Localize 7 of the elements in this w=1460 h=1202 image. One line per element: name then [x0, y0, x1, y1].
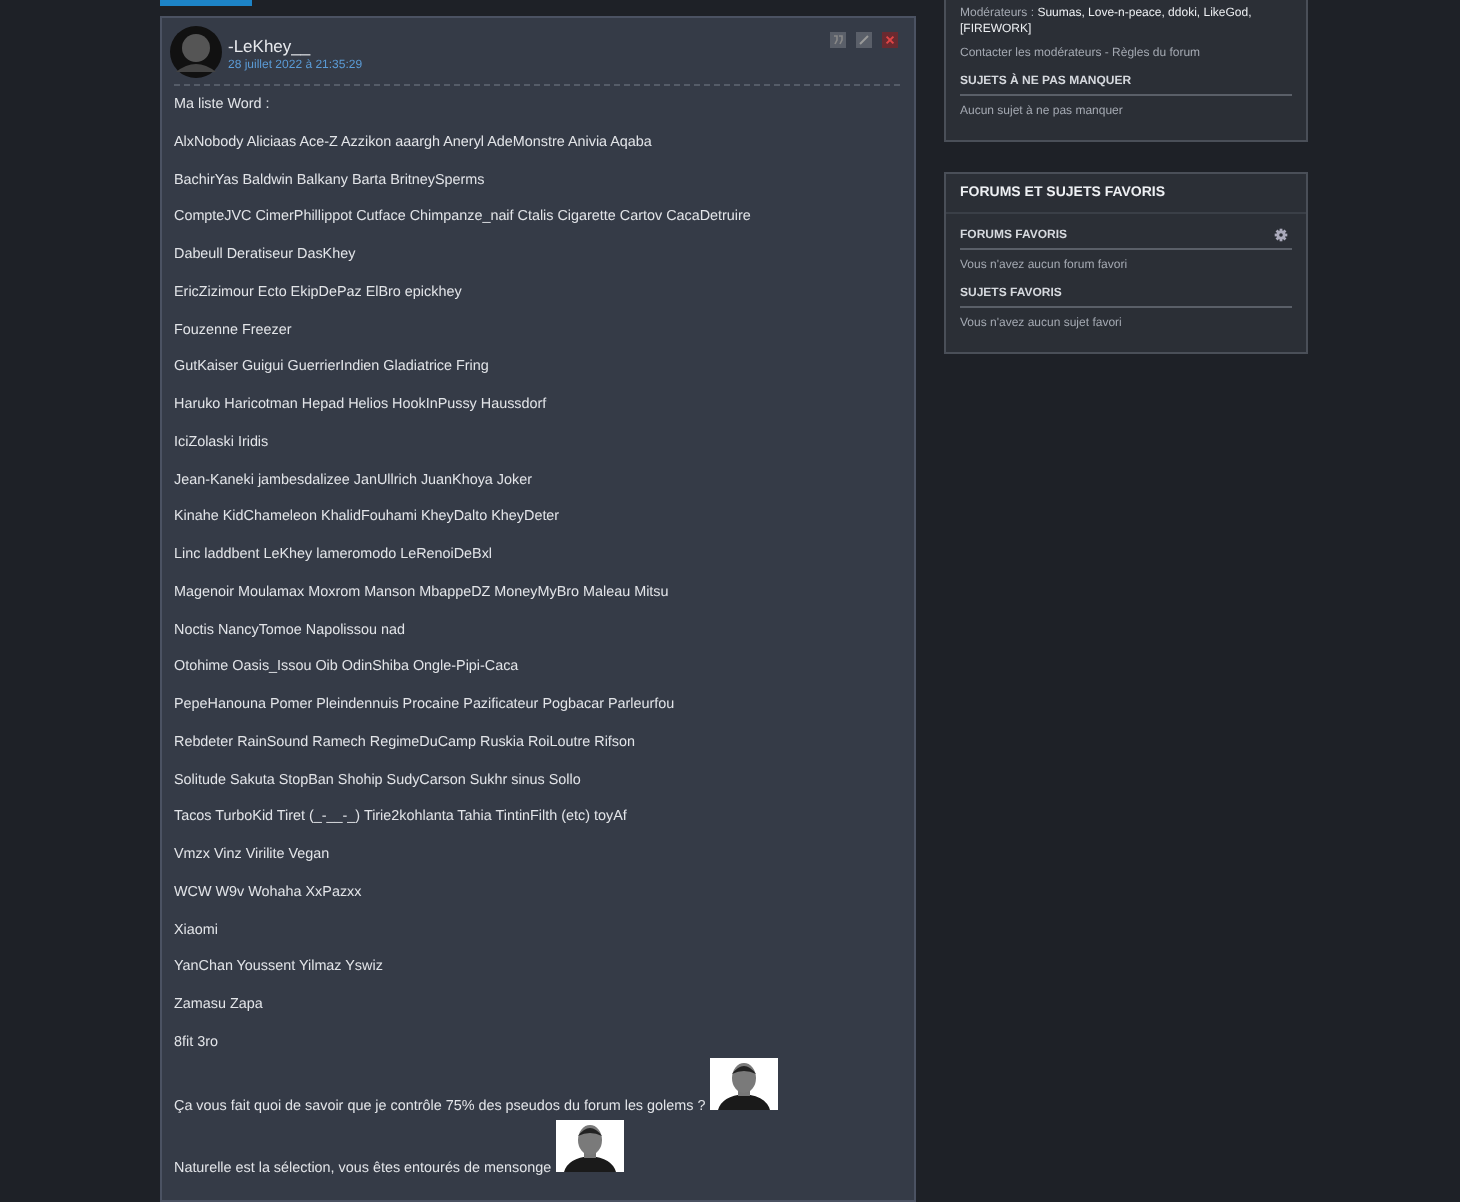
avatar — [170, 26, 222, 78]
pencil-icon[interactable] — [856, 32, 872, 48]
close-icon[interactable] — [882, 32, 898, 48]
settings-icon[interactable] — [1274, 228, 1288, 242]
tab-indicator — [160, 0, 252, 6]
author-name[interactable]: -LeKhey__ — [228, 36, 363, 58]
quote-icon[interactable] — [830, 32, 846, 48]
